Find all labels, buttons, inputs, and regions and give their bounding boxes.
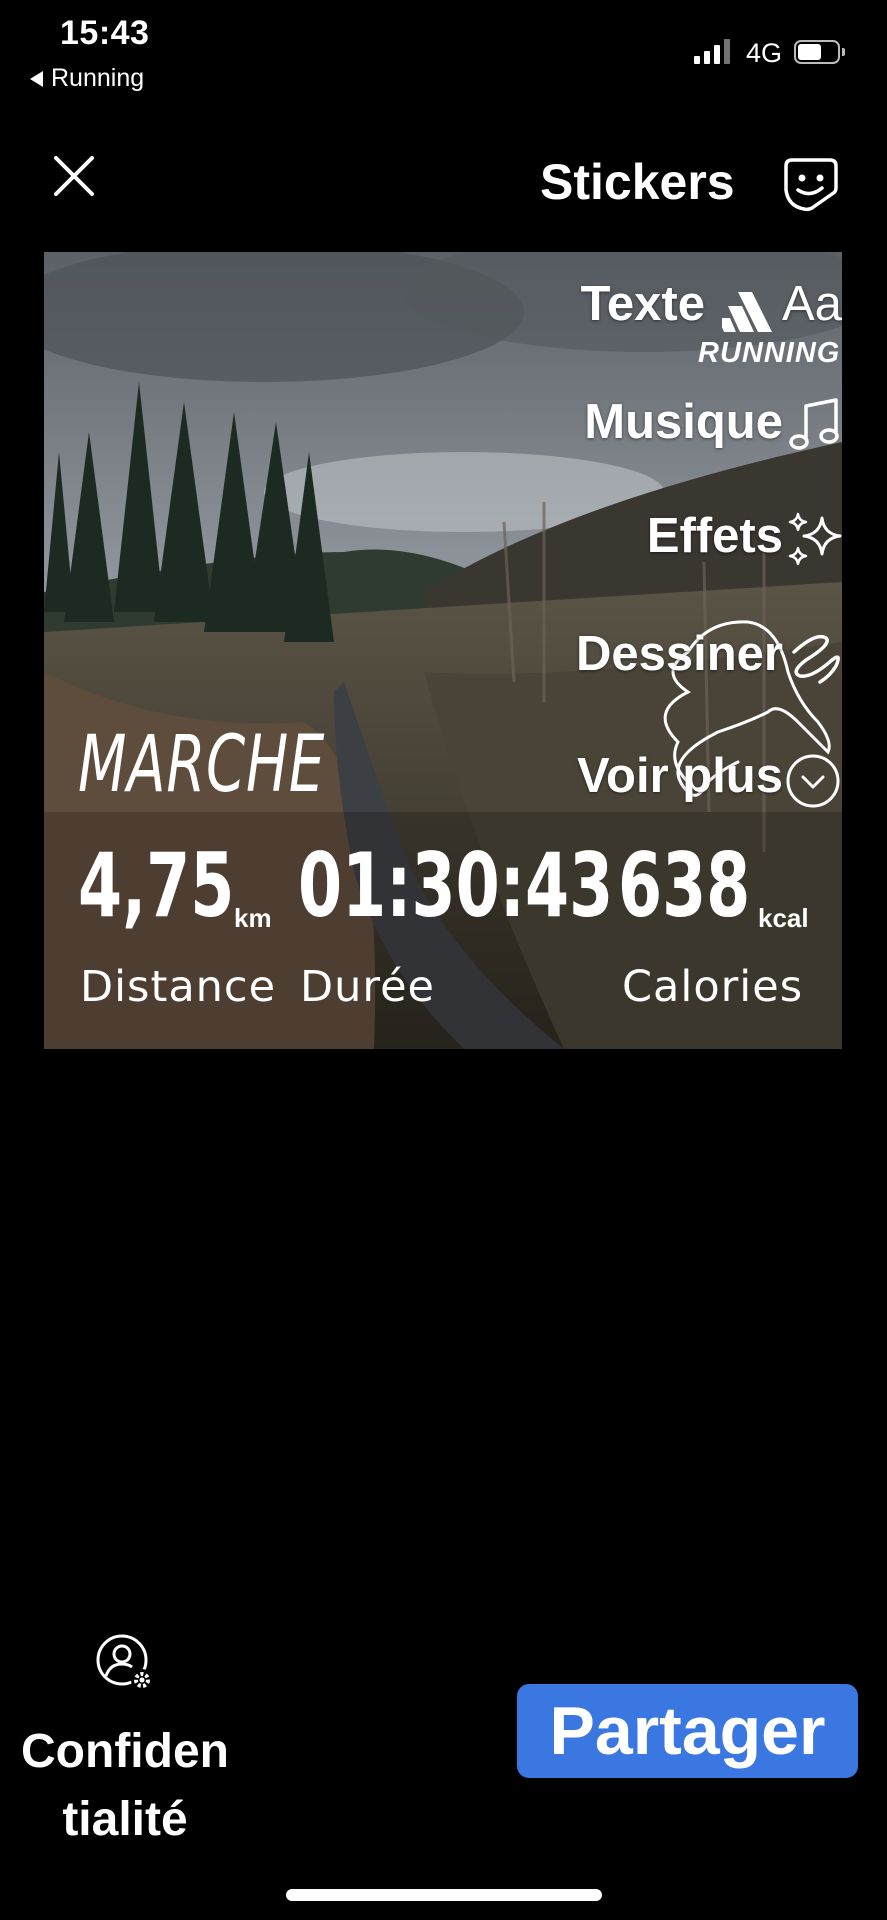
music-tool-label[interactable]: Musique — [584, 394, 783, 450]
draw-squiggle-icon[interactable] — [786, 630, 844, 688]
music-note-icon[interactable] — [786, 396, 844, 454]
draw-tool-label[interactable]: Dessiner — [576, 626, 783, 682]
privacy-label[interactable]: Confidentialité — [20, 1718, 230, 1854]
home-indicator[interactable] — [286, 1889, 602, 1901]
share-button[interactable]: Partager — [517, 1684, 858, 1778]
chevron-down-circle-icon[interactable] — [784, 752, 842, 810]
distance-value: 4,75 — [78, 834, 235, 937]
back-arrow-icon — [30, 70, 43, 87]
battery-cap — [842, 48, 845, 56]
more-tools-label[interactable]: Voir plus — [577, 748, 783, 804]
activity-type: MARCHE — [78, 720, 326, 810]
status-time: 15:43 — [60, 14, 150, 52]
brand-running-text: RUNNING — [698, 337, 841, 369]
close-icon[interactable] — [52, 154, 96, 198]
calories-label: Calories — [622, 962, 804, 1012]
back-to-app-link[interactable]: Running — [30, 64, 144, 93]
battery-icon — [794, 40, 840, 64]
sparkles-icon[interactable] — [786, 510, 844, 568]
network-type: 4G — [746, 38, 783, 68]
calories-value: 638 — [618, 834, 751, 937]
back-app-label: Running — [51, 64, 145, 92]
effects-tool-label[interactable]: Effets — [647, 508, 783, 564]
page-title: Stickers — [540, 154, 735, 210]
duration-label: Durée — [300, 962, 436, 1012]
calories-unit: kcal — [758, 903, 809, 933]
distance-label: Distance — [80, 962, 277, 1012]
distance-unit: km — [234, 903, 272, 933]
adidas-stripes-icon — [722, 292, 772, 332]
duration-value: 01:30:43 — [298, 834, 614, 937]
text-tool-label[interactable]: Texte — [581, 276, 705, 332]
privacy-settings-icon[interactable] — [96, 1634, 156, 1694]
text-aa-icon[interactable]: Aa — [782, 276, 842, 332]
signal-icon — [694, 38, 730, 64]
sticker-face-icon[interactable] — [782, 154, 840, 212]
